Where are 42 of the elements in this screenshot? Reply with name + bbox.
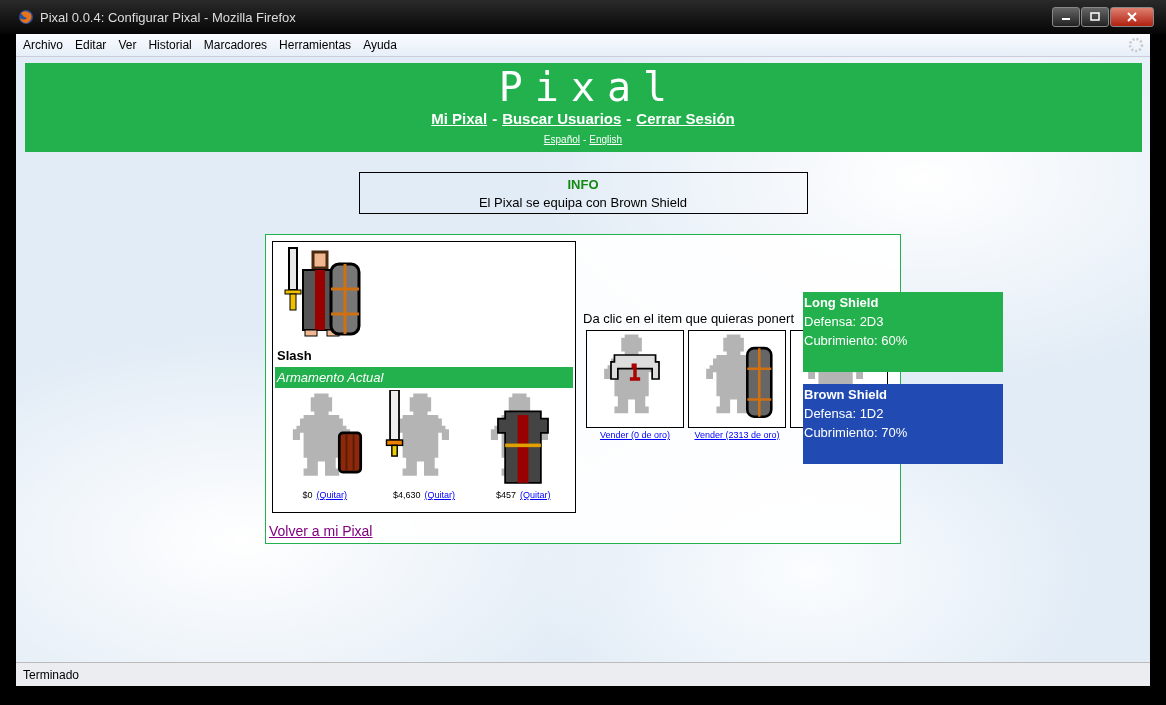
sell-link[interactable]: Vender (2313 de oro) bbox=[694, 430, 780, 440]
tooltip-stat: Cubrimiento: 70% bbox=[804, 425, 909, 440]
menu-item[interactable]: Ayuda bbox=[363, 38, 403, 52]
section-heading: Armamento Actual bbox=[275, 367, 573, 388]
menu-item[interactable]: Herramientas bbox=[279, 38, 358, 52]
inventory-item[interactable] bbox=[586, 330, 684, 428]
remove-link[interactable]: (Quitar) bbox=[520, 490, 551, 500]
separator: - bbox=[626, 110, 632, 127]
loading-icon bbox=[1128, 37, 1144, 53]
tooltip-stat: Defensa: 1D2 bbox=[804, 406, 885, 421]
info-message: El Pixal se equipa con Brown Shield bbox=[478, 195, 688, 210]
tooltip-title: Long Shield bbox=[804, 295, 880, 310]
item-price: $457 bbox=[496, 490, 517, 500]
character-name: Slash bbox=[277, 348, 313, 363]
item-price: $0 bbox=[302, 490, 313, 500]
separator: - bbox=[492, 110, 498, 127]
separator: - bbox=[583, 134, 587, 145]
info-title: INFO bbox=[567, 177, 599, 192]
menu-item[interactable]: Marcadores bbox=[203, 38, 274, 52]
menu-item[interactable]: Archivo bbox=[23, 38, 69, 52]
back-link[interactable]: Volver a mi Pixal bbox=[269, 523, 373, 539]
window-title: Pixal 0.0.4: Configurar Pixal - Mozilla Firefox bbox=[40, 9, 297, 25]
tooltip-stat: Defensa: 2D3 bbox=[804, 314, 885, 329]
tooltip-stat: Cubrimiento: 60% bbox=[804, 333, 909, 348]
close-icon bbox=[1127, 12, 1137, 22]
remove-link[interactable]: (Quitar) bbox=[316, 490, 347, 500]
status-text: Terminado bbox=[23, 667, 80, 682]
tooltip-title: Brown Shield bbox=[804, 387, 889, 402]
maximize-icon bbox=[1090, 12, 1100, 22]
menu-item[interactable]: Historial bbox=[148, 38, 198, 52]
maximize-button[interactable] bbox=[1081, 7, 1109, 27]
inventory-item[interactable] bbox=[688, 330, 786, 428]
close-button[interactable] bbox=[1110, 7, 1154, 27]
browser-logo-icon bbox=[18, 9, 34, 25]
sell-link[interactable]: Vender (0 de oro) bbox=[599, 430, 670, 440]
menu-item[interactable]: Editar bbox=[75, 38, 113, 52]
remove-link[interactable]: (Quitar) bbox=[424, 490, 455, 500]
minimize-button[interactable] bbox=[1052, 7, 1080, 27]
menu-item[interactable]: Ver bbox=[118, 38, 143, 52]
site-logo: Pixal bbox=[497, 65, 680, 109]
item-price: $4,630 bbox=[392, 490, 421, 500]
instruction-text: Da clic en el item que quieras ponert bbox=[583, 311, 795, 326]
